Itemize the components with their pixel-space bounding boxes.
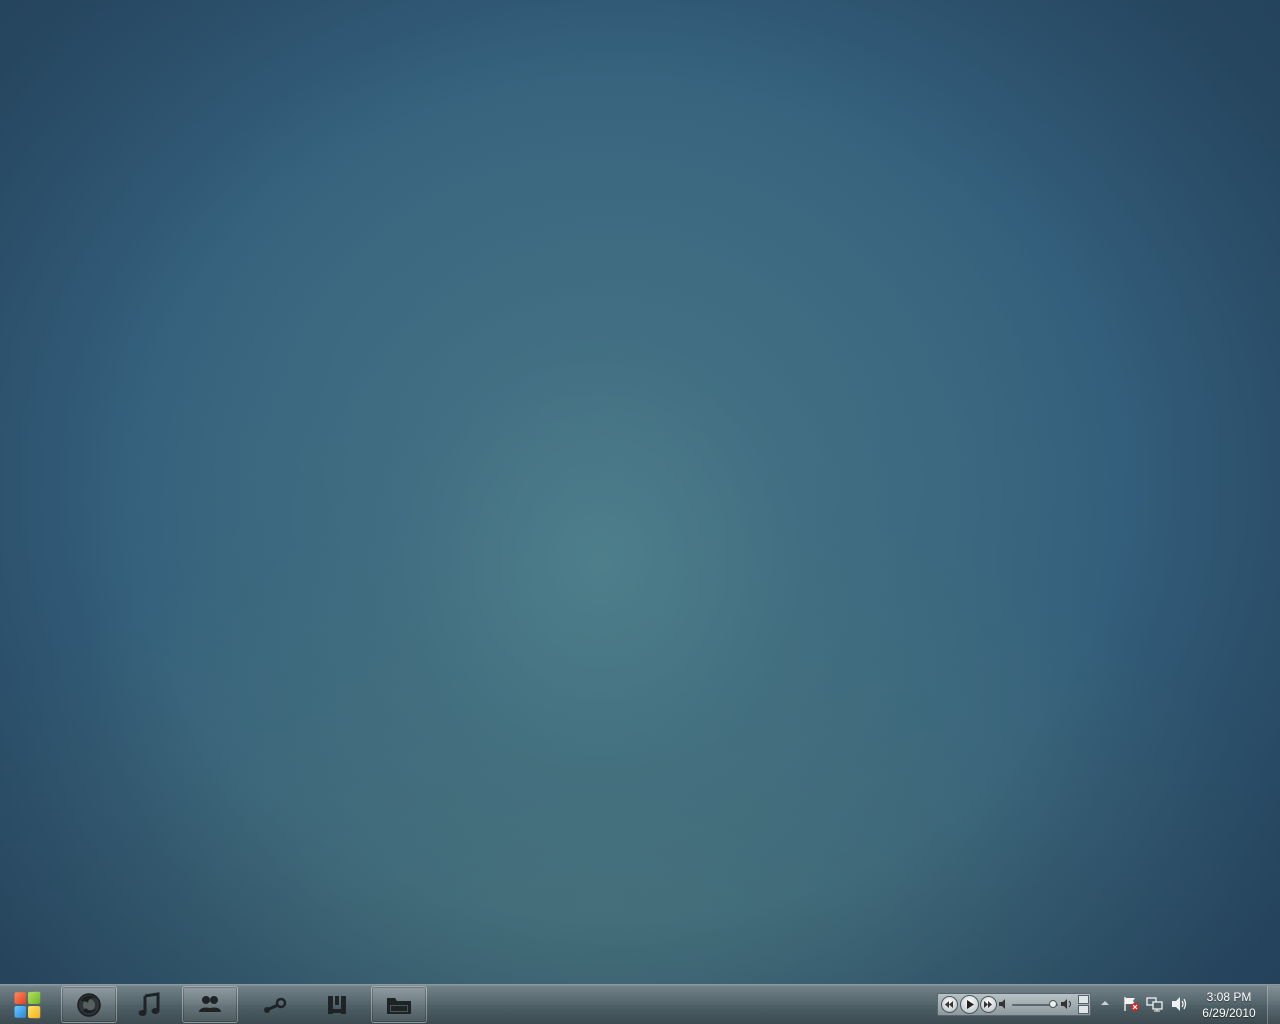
mute-icon[interactable] (999, 999, 1009, 1009)
action-center-flag-icon[interactable] (1122, 996, 1140, 1012)
taskbar-app-utorrent[interactable] (309, 986, 365, 1023)
next-icon (984, 1001, 992, 1008)
speaker-icon[interactable] (1171, 996, 1189, 1012)
clock-date: 6/29/2010 (1202, 1006, 1256, 1020)
next-track-button[interactable] (980, 996, 997, 1013)
taskbar-app-steam[interactable] (246, 986, 302, 1023)
volume-max-icon[interactable] (1061, 999, 1073, 1009)
previous-track-button[interactable] (941, 996, 958, 1013)
restore-player-button[interactable] (1078, 995, 1089, 1004)
play-button[interactable] (960, 995, 979, 1014)
music-note-icon (138, 991, 160, 1016)
steam-icon (264, 997, 287, 1013)
previous-icon (945, 1001, 953, 1008)
firefox-icon (77, 992, 101, 1017)
desktop-wallpaper[interactable] (0, 0, 1280, 984)
taskbar-app-explorer[interactable] (371, 986, 427, 1023)
player-menu-button[interactable] (1078, 1005, 1089, 1014)
windows-logo-icon (14, 991, 41, 1019)
clock-time: 3:08 PM (1206, 990, 1252, 1004)
taskbar: 3:08 PM 6/29/2010 (0, 984, 1280, 1024)
network-icon[interactable] (1146, 996, 1164, 1012)
taskbar-app-firefox[interactable] (61, 986, 117, 1023)
people-icon (199, 995, 221, 1012)
utorrent-icon (328, 995, 346, 1014)
show-desktop-button[interactable] (1267, 986, 1280, 1024)
show-hidden-icons-arrow-icon[interactable] (1100, 999, 1110, 1007)
volume-slider-knob[interactable] (1049, 1000, 1058, 1008)
media-player-toolbar (937, 993, 1091, 1016)
start-button[interactable] (6, 987, 48, 1023)
taskbar-app-music[interactable] (121, 986, 177, 1023)
system-clock[interactable]: 3:08 PM 6/29/2010 (1196, 989, 1262, 1021)
taskbar-app-contacts[interactable] (182, 986, 238, 1023)
folder-icon (387, 997, 411, 1014)
play-icon (966, 1000, 974, 1009)
volume-slider[interactable] (1012, 1000, 1058, 1008)
